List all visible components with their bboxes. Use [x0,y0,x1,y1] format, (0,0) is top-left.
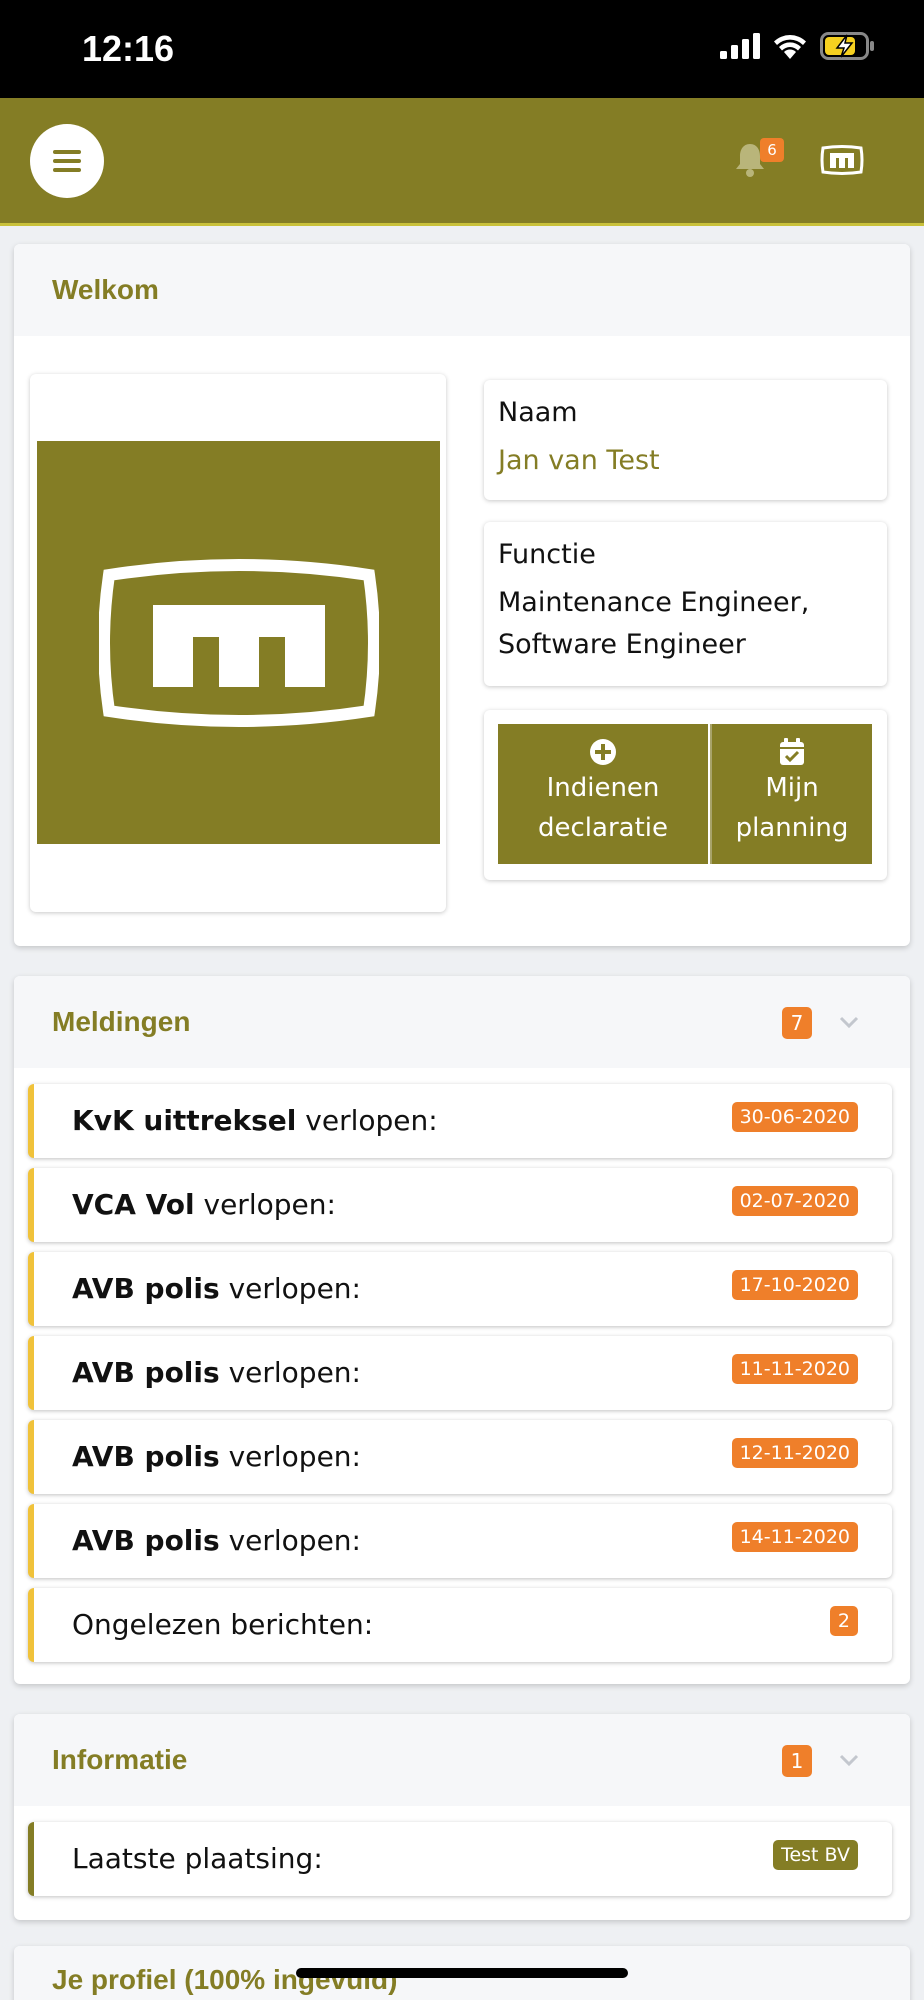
notification-subject: VCA Vol [72,1188,195,1221]
welcome-header: Welkom [14,244,910,336]
notification-date-badge: 14-11-2020 [731,1522,858,1552]
notification-date-badge: 02-07-2020 [731,1186,858,1216]
notification-count-badge: 6 [760,138,784,162]
status-time: 12:16 [82,28,175,69]
home-indicator[interactable] [296,1968,628,1978]
menu-button[interactable] [30,124,104,198]
chevron-down-icon[interactable] [838,1752,860,1768]
notification-item[interactable]: AVB polis verlopen: 12-11-2020 [28,1420,892,1494]
notification-text: verlopen: [219,1356,361,1389]
unread-messages-label: Ongelezen berichten: [72,1608,374,1641]
information-card: Informatie 1 Laatste plaatsing: Test BV [14,1714,910,1920]
notification-text: verlopen: [219,1524,361,1557]
notification-item[interactable]: AVB polis verlopen: 17-10-2020 [28,1252,892,1326]
name-label: Naam [498,397,578,428]
notifications-count-badge: 7 [782,1007,812,1039]
my-planning-button[interactable]: Mijn planning [710,724,872,864]
notifications-card: Meldingen 7 KvK uittreksel verlopen: 30-… [14,976,910,1684]
my-planning-label-1: Mijn [765,773,819,803]
notifications-header[interactable]: Meldingen 7 [14,976,910,1068]
welcome-title: Welkom [52,274,159,305]
welcome-card: Welkom Naam Jan van Test Functie Mainten… [14,244,910,946]
hamburger-icon [53,150,81,172]
information-title: Informatie [52,1744,188,1775]
info-item-badge: Test BV [773,1840,858,1870]
notification-text: verlopen: [194,1188,336,1221]
submit-expense-label-2: declaratie [538,813,668,843]
profile-photo-box [30,374,446,912]
info-item-label: Laatste plaatsing: [72,1842,323,1875]
company-logo-icon[interactable] [820,144,864,176]
function-value-line2: Software Engineer [498,629,746,660]
unread-count-badge: 2 [829,1606,858,1636]
app-bar: 6 [0,98,924,226]
notification-text: verlopen: [219,1272,361,1305]
notifications-title: Meldingen [52,1006,191,1037]
name-value: Jan van Test [498,445,660,476]
notification-date-badge: 12-11-2020 [731,1438,858,1468]
notification-subject: AVB polis [72,1272,220,1305]
submit-expense-label-1: Indienen [546,773,660,803]
info-item[interactable]: Laatste plaatsing: Test BV [28,1822,892,1896]
function-label: Functie [498,539,596,570]
calendar-check-icon [780,738,804,765]
notification-subject: AVB polis [72,1440,220,1473]
battery-charging-icon [820,32,874,60]
notification-date-badge: 17-10-2020 [731,1270,858,1300]
notification-item[interactable]: VCA Vol verlopen: 02-07-2020 [28,1168,892,1242]
information-header[interactable]: Informatie 1 [14,1714,910,1806]
function-value-line1: Maintenance Engineer, [498,587,810,618]
wifi-icon [774,35,806,59]
notification-date-badge: 11-11-2020 [731,1354,858,1384]
quick-actions: Indienen declaratie Mijn planning [484,710,887,880]
plus-circle-icon [590,739,616,765]
notification-subject: AVB polis [72,1524,220,1557]
chevron-down-icon[interactable] [838,1014,860,1030]
function-box: Functie Maintenance Engineer, Software E… [484,522,887,686]
notification-text: verlopen: [296,1104,438,1137]
notification-subject: AVB polis [72,1356,220,1389]
notification-item[interactable]: AVB polis verlopen: 14-11-2020 [28,1504,892,1578]
unread-messages-item[interactable]: Ongelezen berichten: 2 [28,1588,892,1662]
signal-icon [720,33,760,59]
submit-expense-button[interactable]: Indienen declaratie [498,724,708,864]
information-count-badge: 1 [782,1745,812,1777]
notification-subject: KvK uittreksel [72,1104,297,1137]
notification-item[interactable]: KvK uittreksel verlopen: 30-06-2020 [28,1084,892,1158]
my-planning-label-2: planning [735,813,849,843]
company-logo-large-icon [98,558,379,727]
profile-logo [37,441,440,844]
status-icons [720,32,876,60]
name-box: Naam Jan van Test [484,380,887,500]
notification-text: verlopen: [219,1440,361,1473]
status-bar: 12:16 [0,0,924,98]
notification-item[interactable]: AVB polis verlopen: 11-11-2020 [28,1336,892,1410]
notification-date-badge: 30-06-2020 [731,1102,858,1132]
